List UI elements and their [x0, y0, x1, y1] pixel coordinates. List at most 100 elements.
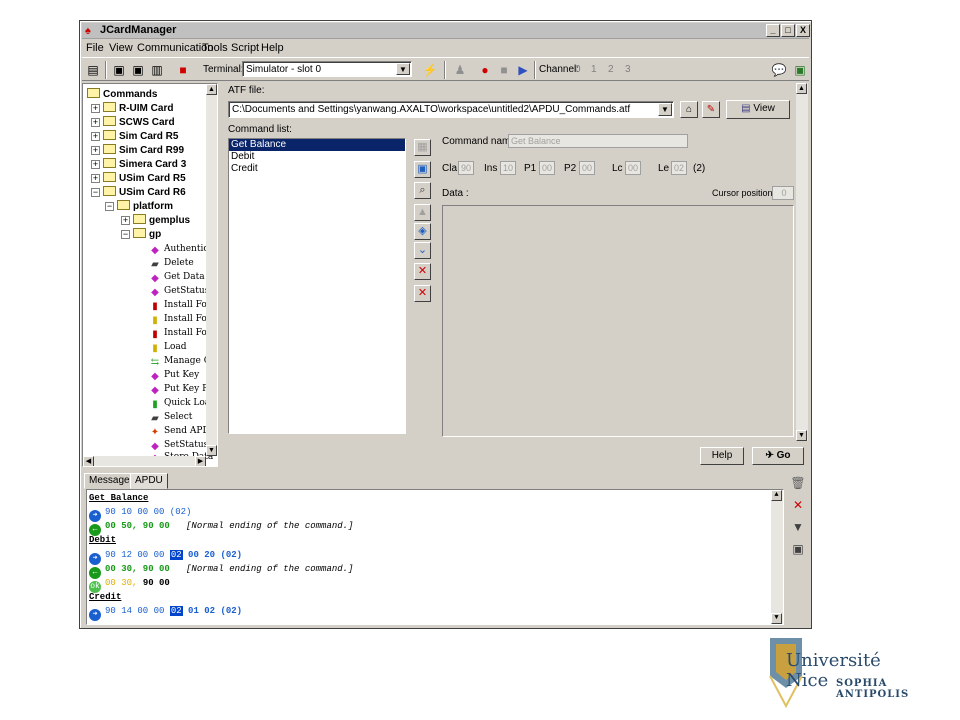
save-log-icon[interactable]: ▣: [790, 541, 806, 557]
tab-apdu[interactable]: APDU: [130, 473, 168, 489]
scroll-up-icon[interactable]: ▲: [771, 490, 782, 501]
tree-item-scws[interactable]: SCWS Card: [103, 116, 175, 130]
tree-cmd-get-data[interactable]: ◆ Get Data: [149, 270, 204, 284]
expand-icon[interactable]: +: [91, 104, 100, 113]
expand-icon[interactable]: +: [91, 146, 100, 155]
tree-cmd-load[interactable]: ▮ Load: [149, 340, 186, 354]
terminal-select[interactable]: Simulator - slot 0 ▼: [242, 61, 412, 77]
tree-hscrollbar[interactable]: ◀ ▶: [83, 456, 206, 466]
scroll-left-icon[interactable]: ◀: [83, 456, 94, 466]
tree-cmd-put-key[interactable]: ◆ Put Key: [149, 368, 199, 382]
record-icon[interactable]: ●: [477, 62, 493, 78]
scroll-up-icon[interactable]: ▲: [206, 84, 217, 95]
p1-field[interactable]: 00: [539, 161, 555, 175]
tree-scrollbar[interactable]: ▲ ▼: [206, 84, 217, 456]
editor-scrollbar[interactable]: ▲ ▼: [796, 83, 808, 441]
tree-root[interactable]: Commands: [87, 88, 157, 102]
open-folder-button[interactable]: ⌂: [680, 101, 698, 118]
atf-path-select[interactable]: C:\Documents and Settings\yanwang.AXALTO…: [228, 101, 674, 118]
tree-item-sim-r99[interactable]: Sim Card R99: [103, 144, 184, 158]
toolbar-separator: [534, 61, 536, 79]
tree-cmd-getstatus[interactable]: ◆ GetStatus: [149, 284, 209, 298]
view-button[interactable]: ▤ View: [726, 100, 790, 119]
collapse-icon[interactable]: −: [91, 188, 100, 197]
tree-cmd-select[interactable]: ▰ Select: [149, 410, 192, 424]
save-command-button[interactable]: ▣: [414, 161, 431, 178]
connect-icon[interactable]: ▤: [85, 62, 101, 78]
chat-icon[interactable]: 💬: [771, 62, 787, 78]
chevron-down-icon[interactable]: ▼: [396, 63, 410, 75]
tree-item-usim-r6[interactable]: USim Card R6: [103, 186, 186, 200]
minimize-button[interactable]: _: [766, 24, 780, 37]
go-button[interactable]: ✈ Go: [752, 447, 804, 465]
p2-field[interactable]: 00: [579, 161, 595, 175]
channel-0[interactable]: 0: [575, 64, 581, 75]
tree-item-simera[interactable]: Simera Card 3: [103, 158, 186, 172]
cla-field[interactable]: 90: [458, 161, 474, 175]
tree-item-sim-r5[interactable]: Sim Card R5: [103, 130, 178, 144]
expand-icon[interactable]: +: [91, 160, 100, 169]
close-button[interactable]: X: [796, 24, 810, 37]
channel-2[interactable]: 2: [608, 64, 614, 75]
menu-view[interactable]: View: [109, 42, 133, 54]
new-command-button[interactable]: ▦: [414, 139, 431, 156]
find-command-button[interactable]: ⌕: [414, 182, 431, 199]
menu-help[interactable]: Help: [261, 42, 284, 54]
collapse-icon[interactable]: −: [105, 202, 114, 211]
list-item[interactable]: Debit: [229, 151, 405, 163]
save-icon[interactable]: ▣: [111, 62, 127, 78]
log-highlight: 02: [169, 606, 183, 616]
ins-field[interactable]: 10: [500, 161, 516, 175]
scroll-right-icon[interactable]: ▶: [195, 456, 206, 466]
channel-1[interactable]: 1: [591, 64, 597, 75]
menu-file[interactable]: File: [86, 42, 104, 54]
filter-icon[interactable]: ▼: [790, 519, 806, 535]
trash-icon[interactable]: 🗑: [790, 475, 806, 491]
scroll-up-icon[interactable]: ▲: [796, 83, 807, 94]
tree-item-usim-r5[interactable]: USim Card R5: [103, 172, 186, 186]
chevron-down-icon[interactable]: ▼: [658, 103, 672, 116]
scroll-down-icon[interactable]: ▼: [771, 613, 782, 624]
print-icon[interactable]: ▥: [149, 62, 165, 78]
move-down-button[interactable]: ⌄: [414, 242, 431, 259]
lc-field[interactable]: 00: [625, 161, 641, 175]
expand-icon[interactable]: +: [91, 118, 100, 127]
play-icon[interactable]: ▶: [515, 62, 531, 78]
expand-icon[interactable]: +: [121, 216, 130, 225]
command-name-field[interactable]: Get Balance: [508, 134, 688, 148]
command-list[interactable]: Get Balance Debit Credit: [228, 138, 406, 434]
expand-icon[interactable]: +: [91, 132, 100, 141]
tree-item-ruim[interactable]: R-UIM Card: [103, 102, 173, 116]
stop-square-icon[interactable]: ■: [496, 62, 512, 78]
tree-item-platform[interactable]: platform: [117, 200, 173, 214]
scroll-down-icon[interactable]: ▼: [796, 430, 807, 441]
log-scrollbar[interactable]: ▲ ▼: [771, 490, 783, 624]
power-icon[interactable]: ⚡: [422, 62, 438, 78]
user-icon[interactable]: ♟: [452, 62, 468, 78]
menu-tools[interactable]: Tools: [202, 42, 228, 54]
le-field[interactable]: 02: [671, 161, 687, 175]
help-button[interactable]: Help: [700, 447, 744, 465]
data-editor[interactable]: [442, 205, 794, 437]
expand-icon[interactable]: +: [91, 174, 100, 183]
maximize-button[interactable]: □: [781, 24, 795, 37]
open-folder-icon: [117, 200, 130, 210]
collapse-icon[interactable]: −: [121, 230, 130, 239]
save-all-icon[interactable]: ▣: [130, 62, 146, 78]
tree-cmd-delete[interactable]: ▰ Delete: [149, 256, 194, 270]
channel-3[interactable]: 3: [625, 64, 631, 75]
menu-script[interactable]: Script: [231, 42, 259, 54]
copy-command-button[interactable]: ◈: [414, 223, 431, 240]
move-up-button[interactable]: ▲: [414, 204, 431, 221]
tree-item-gp[interactable]: gp: [133, 228, 161, 242]
edit-file-button[interactable]: ✎: [702, 101, 720, 118]
list-item[interactable]: Credit: [229, 163, 405, 175]
scroll-down-icon[interactable]: ▼: [206, 445, 217, 456]
clear-icon[interactable]: ✕: [790, 497, 806, 513]
delete-all-button[interactable]: ✕: [414, 285, 431, 302]
tree-item-gemplus[interactable]: gemplus: [133, 214, 190, 228]
delete-command-button[interactable]: ✕: [414, 263, 431, 280]
list-item[interactable]: Get Balance: [229, 139, 405, 151]
exit-icon[interactable]: ▣: [792, 62, 808, 78]
stop-icon[interactable]: ■: [175, 62, 191, 78]
